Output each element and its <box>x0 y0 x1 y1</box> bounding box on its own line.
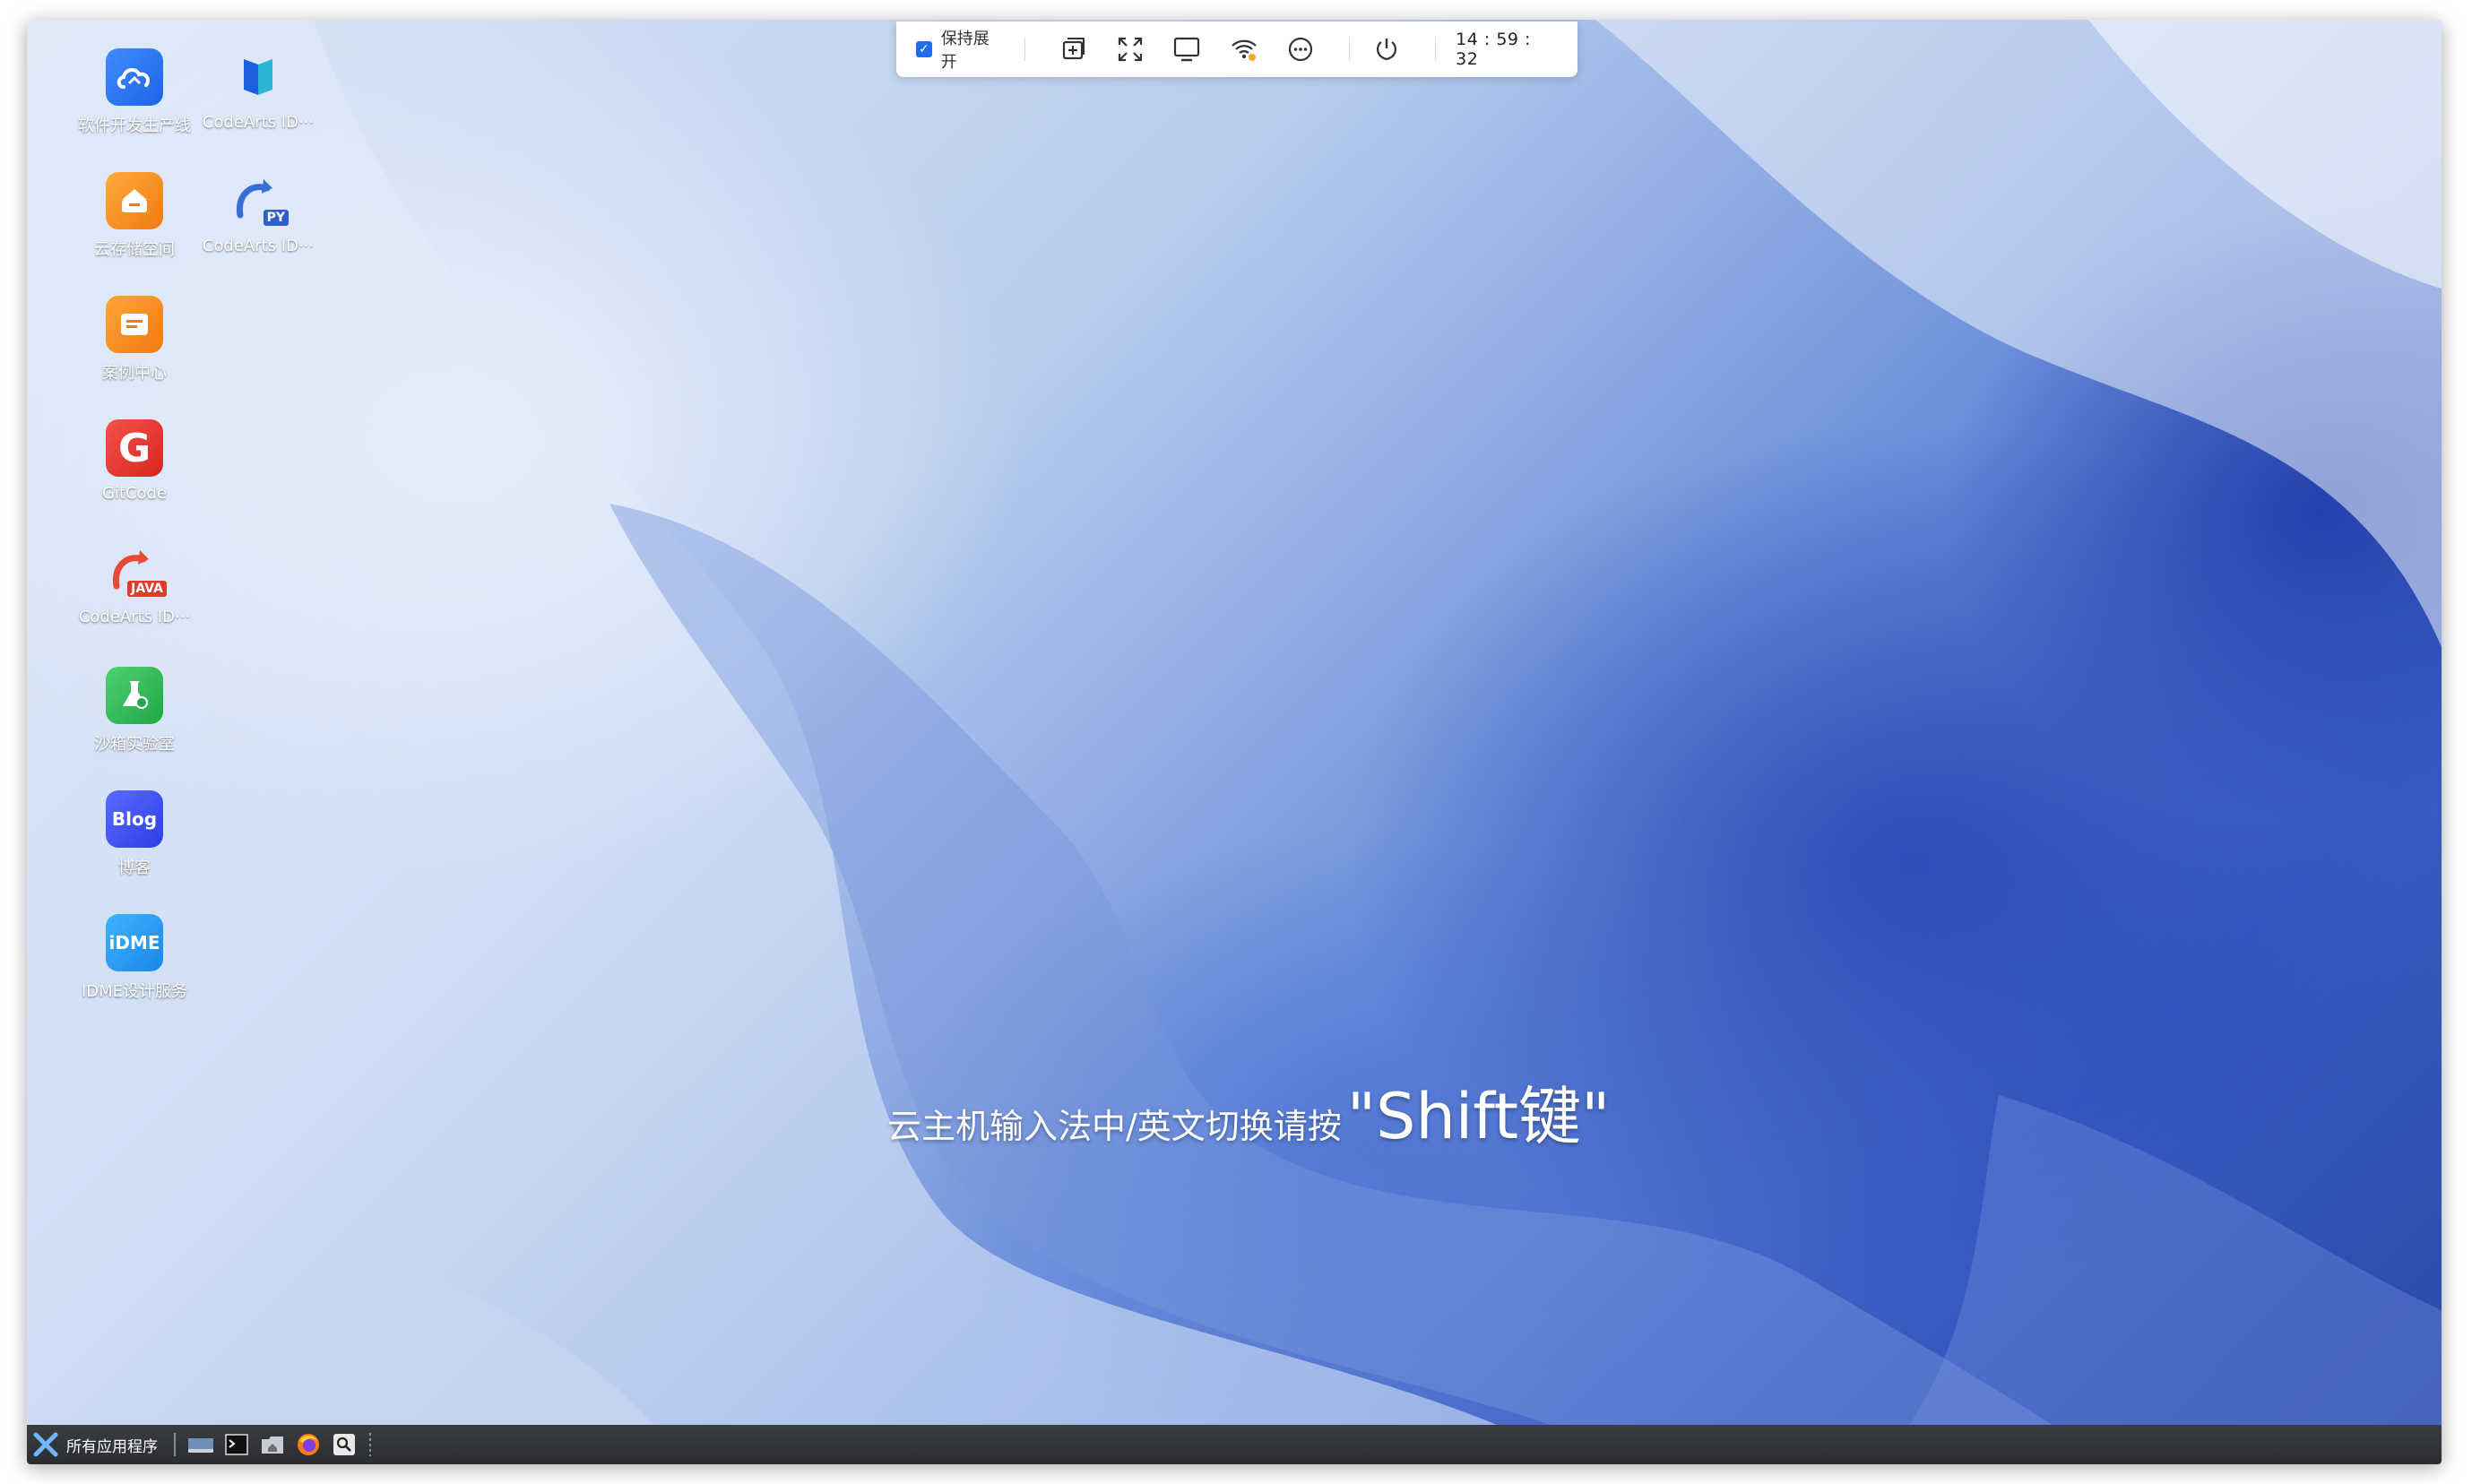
desktop-wallpaper: 软件开发生产线 云存储空间 案例中心 G GitCode JAVA CodeAr… <box>27 20 2442 1425</box>
power-button[interactable] <box>1370 31 1405 67</box>
idme-icon: iDME <box>106 914 163 971</box>
all-apps-button[interactable]: 所有应用程序 <box>32 1431 167 1458</box>
keep-open-toggle[interactable]: ✓ 保持展开 <box>916 26 1005 73</box>
desktop-icon-label: CodeArts ID··· <box>78 608 191 626</box>
network-button[interactable] <box>1226 31 1261 67</box>
gitcode-icon: G <box>106 419 163 477</box>
add-window-icon <box>1063 38 1085 60</box>
toolbar-divider <box>1024 38 1025 61</box>
display-button[interactable] <box>1169 31 1204 67</box>
desktop-icon-gitcode[interactable]: G GitCode <box>72 419 197 503</box>
desktop-icon-label: GitCode <box>101 484 168 503</box>
search-icon <box>333 1434 355 1455</box>
fullscreen-button[interactable] <box>1112 31 1147 67</box>
ime-switch-hint: 云主机输入法中/英文切换请按 "Shift键" <box>887 1066 1610 1157</box>
taskbar-terminal-button[interactable] <box>222 1430 251 1459</box>
cloud-devops-icon <box>106 48 163 106</box>
cloud-desktop-window: 软件开发生产线 云存储空间 案例中心 G GitCode JAVA CodeAr… <box>27 20 2442 1464</box>
taskbar: 所有应用程序 <box>27 1425 2442 1464</box>
more-button[interactable] <box>1283 31 1318 67</box>
desktop-icon-label: IDME设计服务 <box>81 982 188 1001</box>
desktop-icon-codearts-ide[interactable]: CodeArts ID··· <box>195 48 321 132</box>
wifi-icon <box>1231 39 1257 61</box>
show-desktop-icon <box>188 1438 213 1453</box>
taskbar-divider <box>369 1433 371 1456</box>
firefox-icon <box>298 1434 319 1455</box>
desktop-icon-label: 软件开发生产线 <box>78 116 191 135</box>
terminal-icon <box>225 1434 248 1455</box>
desktop-icon-label: 案例中心 <box>102 364 167 383</box>
desktop-icon-label: CodeArts ID··· <box>202 237 315 255</box>
add-window-button[interactable] <box>1056 31 1091 67</box>
desktop-icon-label: CodeArts ID··· <box>202 113 315 132</box>
toolbar-divider <box>1348 38 1350 61</box>
keep-open-label: 保持展开 <box>940 30 990 72</box>
desktop-icon-idme[interactable]: iDME IDME设计服务 <box>72 914 197 1002</box>
sandbox-lab-icon <box>106 667 163 724</box>
desktop-icon-case-center[interactable]: 案例中心 <box>72 296 197 384</box>
keep-open-checkbox[interactable]: ✓ <box>916 41 932 57</box>
taskbar-search-button[interactable] <box>330 1430 359 1459</box>
desktop-icon-blog[interactable]: Blog 博客 <box>72 790 197 878</box>
power-icon <box>1377 39 1397 61</box>
desktop-icon-codearts-java[interactable]: JAVA CodeArts ID··· <box>72 543 197 626</box>
ime-hint-key: "Shift键" <box>1346 1080 1611 1153</box>
codearts-python-icon: PY <box>229 172 289 229</box>
taskbar-divider <box>174 1433 176 1456</box>
desktop-icon-label: 博客 <box>118 858 151 877</box>
monitor-icon <box>1174 37 1200 62</box>
desktop-icon-devops[interactable]: 软件开发生产线 <box>72 48 197 136</box>
fullscreen-icon <box>1118 37 1142 62</box>
more-icon <box>1288 37 1313 62</box>
blog-icon: Blog <box>106 790 163 848</box>
all-apps-label: 所有应用程序 <box>66 1437 158 1456</box>
taskbar-firefox-button[interactable] <box>294 1430 323 1459</box>
desktop-icon-label: 沙箱实验室 <box>94 735 175 754</box>
xfce-logo-icon <box>33 1432 58 1457</box>
case-center-icon <box>106 296 163 353</box>
desktop-icon-sandbox-lab[interactable]: 沙箱实验室 <box>72 667 197 755</box>
session-clock: 14 : 59 : 32 <box>1456 30 1531 69</box>
cloud-control-toolbar: ✓ 保持展开 14 : 59 : 32 <box>896 22 1577 77</box>
taskbar-files-button[interactable] <box>258 1430 287 1459</box>
toolbar-divider <box>1435 38 1437 61</box>
home-folder-icon <box>262 1437 283 1454</box>
desktop-icon-codearts-python[interactable]: PY CodeArts ID··· <box>195 172 321 255</box>
taskbar-desktop-button[interactable] <box>186 1430 215 1459</box>
codearts-java-icon: JAVA <box>106 543 167 600</box>
desktop-icon-label: 云存储空间 <box>94 240 175 259</box>
codearts-ide-icon <box>229 48 287 106</box>
cloud-storage-icon <box>106 172 163 229</box>
wallpaper-waves <box>27 20 2442 1425</box>
desktop-icon-cloud-storage[interactable]: 云存储空间 <box>72 172 197 260</box>
ime-hint-text: 云主机输入法中/英文切换请按 <box>887 1107 1342 1146</box>
